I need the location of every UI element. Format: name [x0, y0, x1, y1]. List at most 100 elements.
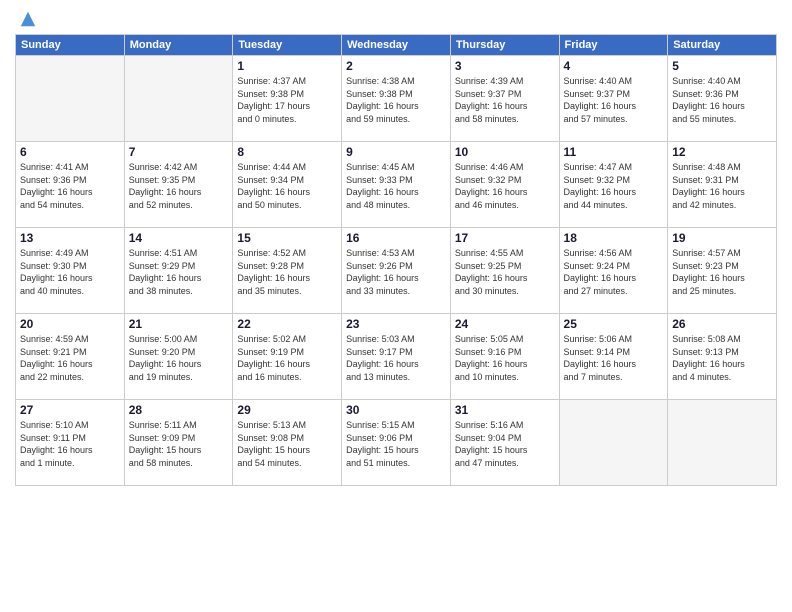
day-number: 2 [346, 59, 446, 73]
calendar-cell: 17 Sunrise: 4:55 AM Sunset: 9:25 PM Dayli… [450, 228, 559, 314]
day-number: 8 [237, 145, 337, 159]
day-info: Sunrise: 4:41 AM Sunset: 9:36 PM Dayligh… [20, 161, 120, 211]
calendar-cell: 2 Sunrise: 4:38 AM Sunset: 9:38 PM Daylig… [342, 56, 451, 142]
week-row-5: 27 Sunrise: 5:10 AM Sunset: 9:11 PM Dayli… [16, 400, 777, 486]
weekday-header-friday: Friday [559, 35, 668, 56]
day-info: Sunrise: 4:57 AM Sunset: 9:23 PM Dayligh… [672, 247, 772, 297]
calendar-cell: 19Sunrise: 4:57 AM Sunset: 9:23 PM Dayli… [668, 228, 777, 314]
day-info: Sunrise: 5:11 AM Sunset: 9:09 PM Dayligh… [129, 419, 229, 469]
calendar-cell: 7 Sunrise: 4:42 AM Sunset: 9:35 PM Daylig… [124, 142, 233, 228]
day-number: 23 [346, 317, 446, 331]
day-info: Sunrise: 4:39 AM Sunset: 9:37 PM Dayligh… [455, 75, 555, 125]
day-number: 25 [564, 317, 664, 331]
day-number: 30 [346, 403, 446, 417]
day-number: 24 [455, 317, 555, 331]
day-number: 17 [455, 231, 555, 245]
day-number: 18 [564, 231, 664, 245]
day-info: Sunrise: 4:40 AM Sunset: 9:36 PM Dayligh… [672, 75, 772, 125]
day-info: Sunrise: 4:46 AM Sunset: 9:32 PM Dayligh… [455, 161, 555, 211]
week-row-1: 1Sunrise: 4:37 AM Sunset: 9:38 PM Daylig… [16, 56, 777, 142]
weekday-header-wednesday: Wednesday [342, 35, 451, 56]
calendar-cell [16, 56, 125, 142]
calendar-cell: 11 Sunrise: 4:47 AM Sunset: 9:32 PM Dayli… [559, 142, 668, 228]
day-number: 13 [20, 231, 120, 245]
day-number: 26 [672, 317, 772, 331]
calendar-cell: 26Sunrise: 5:08 AM Sunset: 9:13 PM Dayli… [668, 314, 777, 400]
day-info: Sunrise: 5:05 AM Sunset: 9:16 PM Dayligh… [455, 333, 555, 383]
day-info: Sunrise: 4:42 AM Sunset: 9:35 PM Dayligh… [129, 161, 229, 211]
day-info: Sunrise: 5:15 AM Sunset: 9:06 PM Dayligh… [346, 419, 446, 469]
day-number: 9 [346, 145, 446, 159]
week-row-2: 6Sunrise: 4:41 AM Sunset: 9:36 PM Daylig… [16, 142, 777, 228]
day-number: 22 [237, 317, 337, 331]
day-number: 20 [20, 317, 120, 331]
calendar-cell: 22 Sunrise: 5:02 AM Sunset: 9:19 PM Dayli… [233, 314, 342, 400]
day-info: Sunrise: 4:53 AM Sunset: 9:26 PM Dayligh… [346, 247, 446, 297]
calendar-cell: 27 Sunrise: 5:10 AM Sunset: 9:11 PM Dayli… [16, 400, 125, 486]
calendar-cell: 20 Sunrise: 4:59 AM Sunset: 9:21 PM Dayli… [16, 314, 125, 400]
calendar-cell: 30 Sunrise: 5:15 AM Sunset: 9:06 PM Dayli… [342, 400, 451, 486]
weekday-header-tuesday: Tuesday [233, 35, 342, 56]
calendar-cell: 29 Sunrise: 5:13 AM Sunset: 9:08 PM Dayli… [233, 400, 342, 486]
calendar-cell: 3 Sunrise: 4:39 AM Sunset: 9:37 PM Daylig… [450, 56, 559, 142]
page: SundayMondayTuesdayWednesdayThursdayFrid… [0, 0, 792, 612]
day-info: Sunrise: 4:51 AM Sunset: 9:29 PM Dayligh… [129, 247, 229, 297]
calendar-cell: 13Sunrise: 4:49 AM Sunset: 9:30 PM Dayli… [16, 228, 125, 314]
weekday-header-thursday: Thursday [450, 35, 559, 56]
day-number: 29 [237, 403, 337, 417]
logo [15, 10, 37, 28]
calendar: SundayMondayTuesdayWednesdayThursdayFrid… [15, 34, 777, 486]
day-number: 10 [455, 145, 555, 159]
calendar-cell: 24 Sunrise: 5:05 AM Sunset: 9:16 PM Dayli… [450, 314, 559, 400]
calendar-cell: 8 Sunrise: 4:44 AM Sunset: 9:34 PM Daylig… [233, 142, 342, 228]
day-info: Sunrise: 4:59 AM Sunset: 9:21 PM Dayligh… [20, 333, 120, 383]
day-number: 27 [20, 403, 120, 417]
day-info: Sunrise: 4:55 AM Sunset: 9:25 PM Dayligh… [455, 247, 555, 297]
day-number: 4 [564, 59, 664, 73]
weekday-header-saturday: Saturday [668, 35, 777, 56]
calendar-cell: 16 Sunrise: 4:53 AM Sunset: 9:26 PM Dayli… [342, 228, 451, 314]
day-info: Sunrise: 4:40 AM Sunset: 9:37 PM Dayligh… [564, 75, 664, 125]
day-number: 28 [129, 403, 229, 417]
day-number: 21 [129, 317, 229, 331]
header [15, 10, 777, 28]
calendar-cell: 5 Sunrise: 4:40 AM Sunset: 9:36 PM Daylig… [668, 56, 777, 142]
calendar-cell: 6Sunrise: 4:41 AM Sunset: 9:36 PM Daylig… [16, 142, 125, 228]
day-number: 3 [455, 59, 555, 73]
day-info: Sunrise: 5:10 AM Sunset: 9:11 PM Dayligh… [20, 419, 120, 469]
calendar-cell: 31 Sunrise: 5:16 AM Sunset: 9:04 PM Dayli… [450, 400, 559, 486]
calendar-cell: 28 Sunrise: 5:11 AM Sunset: 9:09 PM Dayli… [124, 400, 233, 486]
day-info: Sunrise: 4:38 AM Sunset: 9:38 PM Dayligh… [346, 75, 446, 125]
logo-icon [19, 10, 37, 28]
day-info: Sunrise: 5:00 AM Sunset: 9:20 PM Dayligh… [129, 333, 229, 383]
day-number: 31 [455, 403, 555, 417]
day-info: Sunrise: 4:47 AM Sunset: 9:32 PM Dayligh… [564, 161, 664, 211]
day-number: 11 [564, 145, 664, 159]
day-info: Sunrise: 5:13 AM Sunset: 9:08 PM Dayligh… [237, 419, 337, 469]
day-number: 14 [129, 231, 229, 245]
day-info: Sunrise: 4:52 AM Sunset: 9:28 PM Dayligh… [237, 247, 337, 297]
day-number: 7 [129, 145, 229, 159]
week-row-3: 13Sunrise: 4:49 AM Sunset: 9:30 PM Dayli… [16, 228, 777, 314]
week-row-4: 20 Sunrise: 4:59 AM Sunset: 9:21 PM Dayli… [16, 314, 777, 400]
day-info: Sunrise: 5:16 AM Sunset: 9:04 PM Dayligh… [455, 419, 555, 469]
day-info: Sunrise: 4:44 AM Sunset: 9:34 PM Dayligh… [237, 161, 337, 211]
day-number: 5 [672, 59, 772, 73]
day-number: 12 [672, 145, 772, 159]
weekday-header-monday: Monday [124, 35, 233, 56]
calendar-cell: 10 Sunrise: 4:46 AM Sunset: 9:32 PM Dayli… [450, 142, 559, 228]
calendar-cell [124, 56, 233, 142]
calendar-cell [668, 400, 777, 486]
calendar-cell: 14 Sunrise: 4:51 AM Sunset: 9:29 PM Dayli… [124, 228, 233, 314]
day-number: 16 [346, 231, 446, 245]
calendar-cell: 1Sunrise: 4:37 AM Sunset: 9:38 PM Daylig… [233, 56, 342, 142]
weekday-header-row: SundayMondayTuesdayWednesdayThursdayFrid… [16, 35, 777, 56]
calendar-cell: 9 Sunrise: 4:45 AM Sunset: 9:33 PM Daylig… [342, 142, 451, 228]
day-info: Sunrise: 4:45 AM Sunset: 9:33 PM Dayligh… [346, 161, 446, 211]
day-info: Sunrise: 5:03 AM Sunset: 9:17 PM Dayligh… [346, 333, 446, 383]
calendar-cell: 21 Sunrise: 5:00 AM Sunset: 9:20 PM Dayli… [124, 314, 233, 400]
day-info: Sunrise: 4:48 AM Sunset: 9:31 PM Dayligh… [672, 161, 772, 211]
day-info: Sunrise: 5:02 AM Sunset: 9:19 PM Dayligh… [237, 333, 337, 383]
day-number: 15 [237, 231, 337, 245]
day-info: Sunrise: 4:56 AM Sunset: 9:24 PM Dayligh… [564, 247, 664, 297]
